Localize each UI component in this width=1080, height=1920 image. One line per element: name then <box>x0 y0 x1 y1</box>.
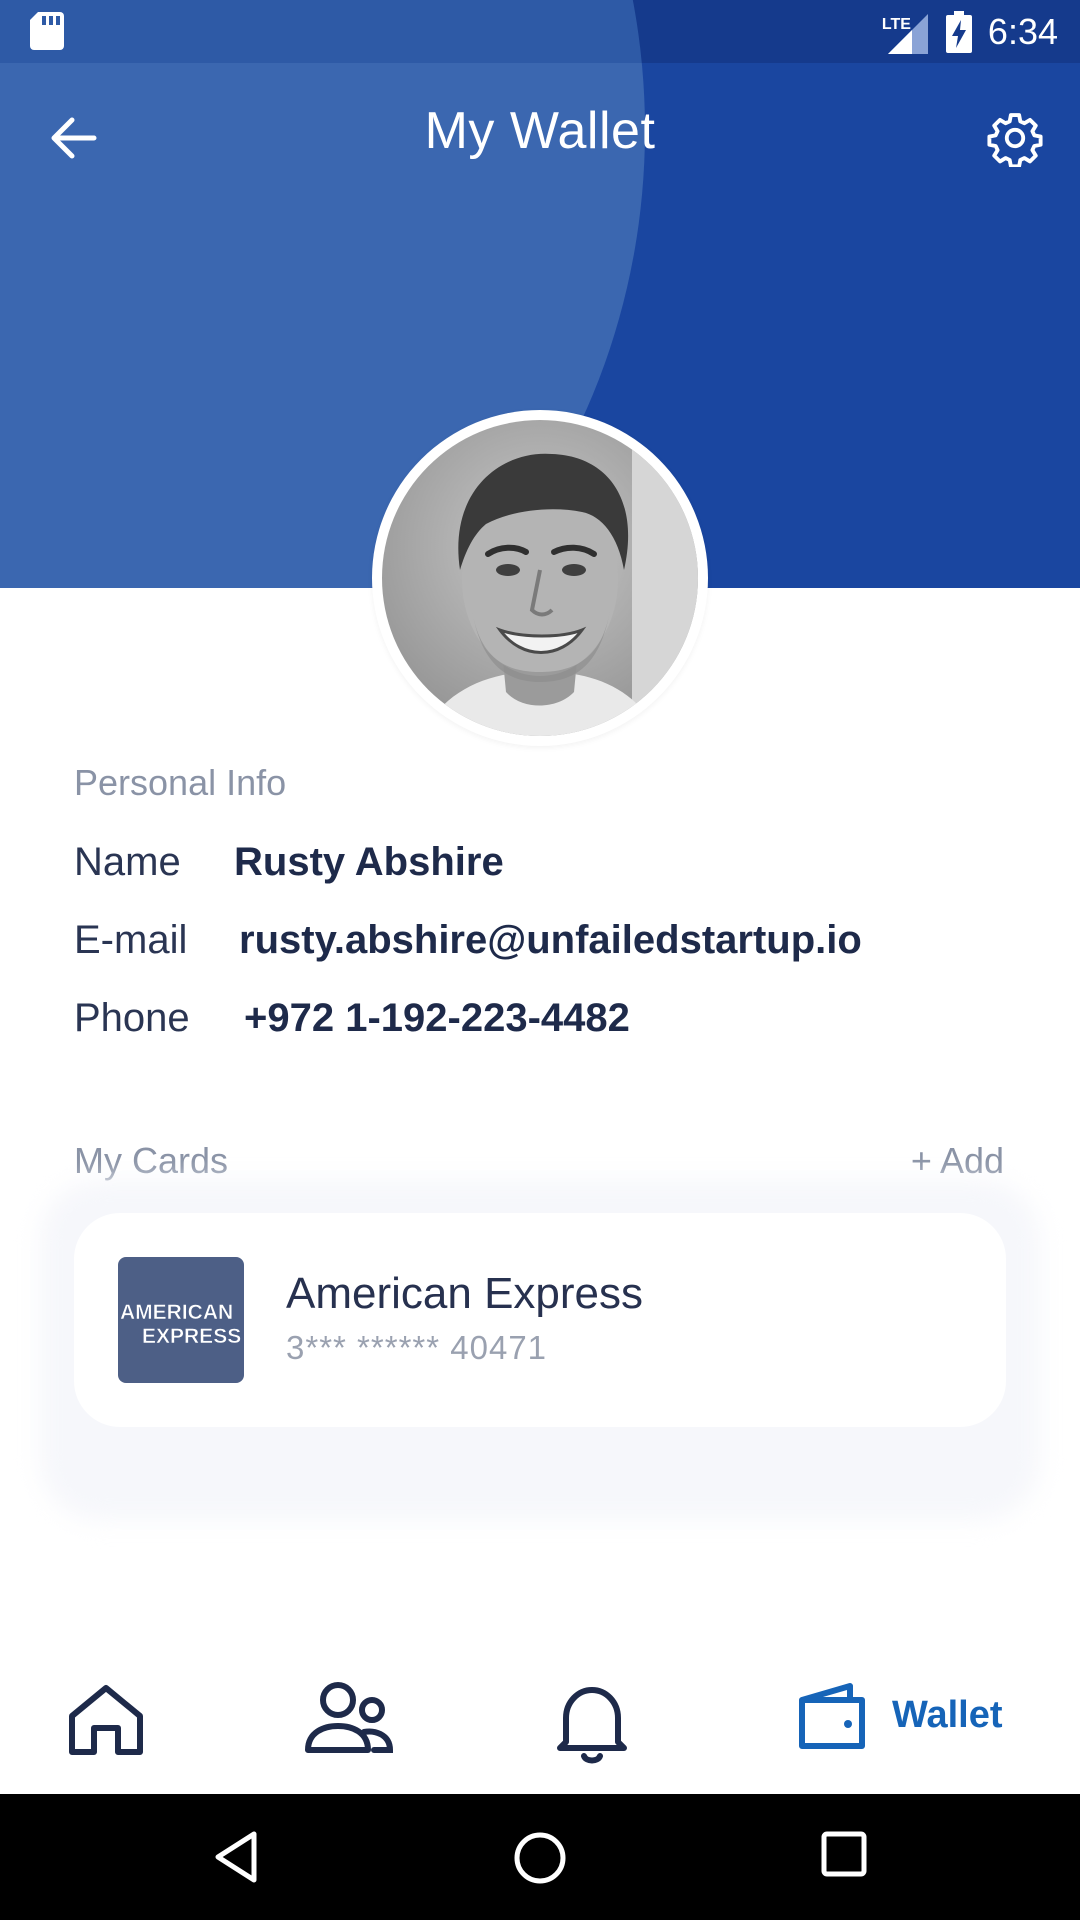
amex-logo-text-1: AMERICAN <box>120 1301 233 1324</box>
amex-logo-text-2: EXPRESS <box>142 1325 241 1348</box>
name-value: Rusty Abshire <box>234 840 504 884</box>
nav-wallet-label[interactable]: Wallet <box>892 1694 1003 1737</box>
personal-info-heading: Personal Info <box>74 762 287 803</box>
email-value: rusty.abshire@unfailedstartup.io <box>239 918 862 962</box>
recents-square-icon[interactable] <box>820 1830 868 1878</box>
bottom-nav: Wallet <box>0 1640 1080 1794</box>
profile-photo <box>382 420 698 736</box>
home-circle-icon[interactable] <box>512 1830 568 1886</box>
add-card-button[interactable]: + Add <box>911 1140 1004 1182</box>
card-name: American Express <box>286 1269 644 1318</box>
email-row: E-mail rusty.abshire@unfailedstartup.io <box>74 918 862 963</box>
status-bar: LTE 6:34 <box>0 0 1080 63</box>
email-label: E-mail <box>74 918 188 962</box>
signal-icon: LTE <box>882 8 930 56</box>
phone-row: Phone +972 1-192-223-4482 <box>74 996 630 1041</box>
avatar[interactable] <box>372 410 708 746</box>
phone-label: Phone <box>74 996 190 1040</box>
wallet-icon[interactable] <box>796 1680 870 1752</box>
amex-logo: AMERICAN EXPRESS <box>118 1257 244 1383</box>
card-number: 3*** ****** 40471 <box>286 1329 548 1366</box>
home-icon[interactable] <box>66 1680 146 1760</box>
system-nav-bar <box>0 1794 1080 1920</box>
card-item-amex[interactable]: AMERICAN EXPRESS American Express 3*** *… <box>74 1213 1006 1427</box>
people-icon[interactable] <box>304 1680 394 1760</box>
name-label: Name <box>74 840 181 884</box>
sd-card-icon <box>30 12 64 50</box>
back-triangle-icon[interactable] <box>212 1830 260 1884</box>
bell-icon[interactable] <box>552 1680 632 1764</box>
name-row: Name Rusty Abshire <box>74 840 504 885</box>
my-cards-heading: My Cards <box>74 1140 229 1181</box>
gear-icon[interactable] <box>986 109 1044 167</box>
battery-charging-icon <box>945 10 972 53</box>
clock: 6:34 <box>987 10 1058 52</box>
app-bar: My Wallet <box>0 63 1080 211</box>
phone-value: +972 1-192-223-4482 <box>244 996 630 1040</box>
page-title: My Wallet <box>424 102 656 160</box>
